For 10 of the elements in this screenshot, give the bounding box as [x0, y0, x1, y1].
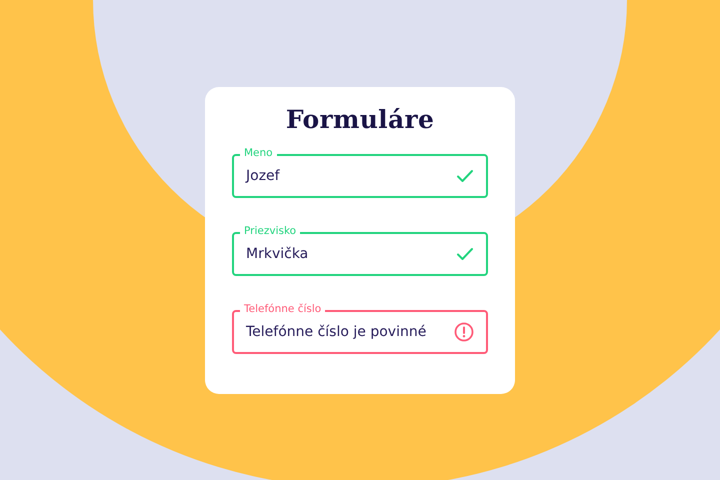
field-value: Telefónne číslo je povinné [246, 324, 428, 340]
field-value: Jozef [246, 168, 281, 184]
check-icon [456, 168, 474, 182]
field-label: Meno [240, 146, 277, 158]
field-value: Mrkvička [246, 246, 310, 262]
field-label: Telefónne číslo [240, 302, 326, 314]
field-label: Priezvisko [240, 224, 300, 236]
check-icon [456, 246, 474, 260]
alert-icon [454, 322, 474, 342]
form-title: Formuláre [284, 104, 436, 134]
